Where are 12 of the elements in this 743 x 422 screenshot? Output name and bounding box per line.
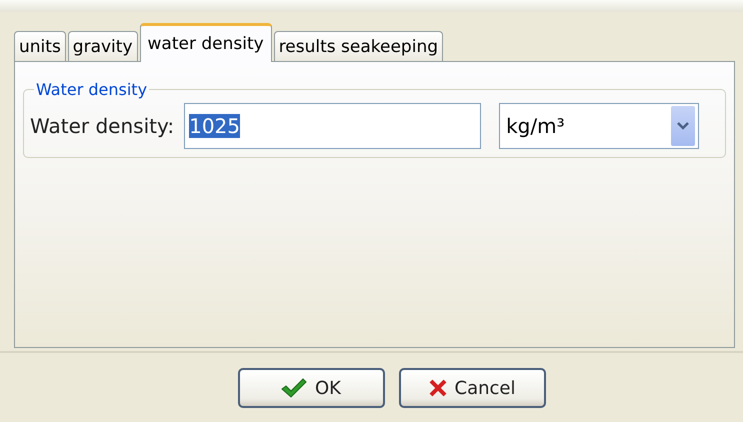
density-field[interactable]: 1025 [184, 103, 482, 149]
ok-button[interactable]: OK [238, 368, 384, 408]
checkmark-icon [281, 378, 307, 398]
close-icon [428, 379, 446, 397]
tab[interactable]: units [14, 31, 66, 61]
cancel-button[interactable]: Cancel [398, 368, 546, 408]
unit-dropdown[interactable]: kg/m³ [499, 103, 700, 149]
field-label: Water density: [30, 114, 174, 138]
tab[interactable]: water density [140, 23, 272, 62]
group-title: Water density [35, 80, 148, 99]
tab[interactable]: results seakeeping [274, 31, 444, 61]
tab[interactable]: gravity [68, 31, 138, 61]
